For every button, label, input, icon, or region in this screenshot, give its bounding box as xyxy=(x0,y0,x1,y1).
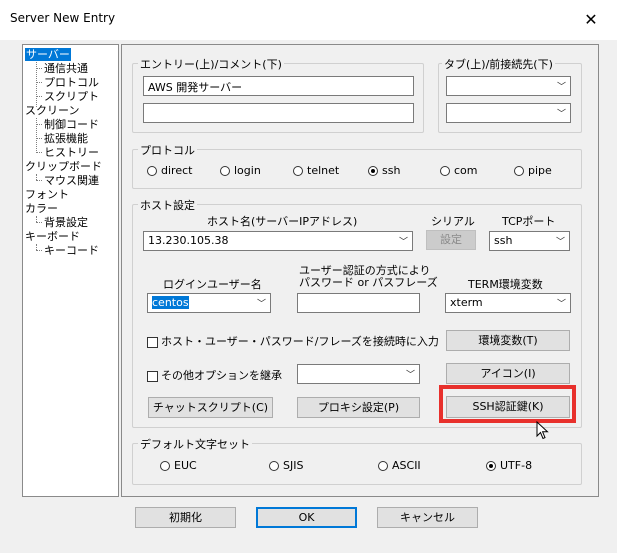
tree-item-script[interactable]: スクリプト xyxy=(44,90,99,103)
term-env-value: xterm xyxy=(450,296,483,309)
password-field[interactable] xyxy=(297,293,420,313)
tree-item-keycode[interactable]: キーコード xyxy=(44,244,99,257)
highlight-annotation xyxy=(439,385,576,423)
protocol-radio-com[interactable]: com xyxy=(440,164,478,177)
tree-item-extensions[interactable]: 拡張機能 xyxy=(44,132,88,145)
radio-indicator-selected xyxy=(486,461,496,471)
checkbox-indicator xyxy=(147,370,158,382)
close-icon[interactable]: ✕ xyxy=(575,6,607,34)
server-settings-panel: エントリー(上)/コメント(下) AWS 開発サーバー タブ(上)/前接続先(下… xyxy=(121,44,599,497)
protocol-group-label: プロトコル xyxy=(138,142,197,158)
tcp-port-label: TCPポート xyxy=(502,215,556,228)
serial-label: シリアル xyxy=(431,215,475,228)
radio-indicator xyxy=(378,461,388,471)
server-new-entry-window: Server New Entry ✕ サーバー 通信共通 プロトコル スクリプト… xyxy=(0,0,617,553)
cancel-button[interactable]: キャンセル xyxy=(377,507,478,528)
environment-variables-button[interactable]: 環境変数(T) xyxy=(446,330,570,351)
tree-item-control-code[interactable]: 制御コード xyxy=(44,118,99,131)
login-user-value: centos xyxy=(152,296,189,309)
protocol-radio-telnet[interactable]: telnet xyxy=(293,164,339,177)
checkbox-indicator xyxy=(147,336,158,348)
radio-indicator xyxy=(293,166,303,176)
auth-method-label-line2: パスワード or パスフレーズ xyxy=(299,276,438,289)
initialize-button[interactable]: 初期化 xyxy=(135,507,236,528)
previous-destination-select[interactable]: ﹀ xyxy=(446,103,571,123)
tree-item-font[interactable]: フォント xyxy=(25,188,69,201)
title-bar: Server New Entry ✕ xyxy=(0,0,617,40)
charset-radio-utf8[interactable]: UTF-8 xyxy=(486,459,532,472)
tcp-port-combo[interactable]: ssh ﹀ xyxy=(489,231,570,251)
serial-settings-button[interactable]: 設定 xyxy=(426,230,476,250)
entry-name-field[interactable]: AWS 開発サーバー xyxy=(143,76,414,96)
mouse-cursor-icon xyxy=(536,421,549,440)
entry-group-label: エントリー(上)/コメント(下) xyxy=(138,56,284,72)
host-settings-group-label: ホスト設定 xyxy=(138,197,197,213)
radio-indicator xyxy=(440,166,450,176)
inherit-source-combo[interactable]: ﹀ xyxy=(297,364,420,384)
protocol-radio-login[interactable]: login xyxy=(220,164,261,177)
radio-indicator xyxy=(220,166,230,176)
chevron-down-icon: ﹀ xyxy=(556,82,566,93)
chevron-down-icon: ﹀ xyxy=(398,237,408,248)
tree-item-server[interactable]: サーバー xyxy=(25,48,71,61)
tree-item-mouse[interactable]: マウス関連 xyxy=(44,174,99,187)
chat-script-button[interactable]: チャットスクリプト(C) xyxy=(148,397,273,418)
chevron-down-icon: ﹀ xyxy=(555,237,565,248)
input-on-connect-checkbox[interactable]: ホスト・ユーザー・パスワード/フレーズを接続時に入力 xyxy=(147,333,439,349)
tcp-port-value: ssh xyxy=(494,234,513,247)
term-env-label: TERM環境変数 xyxy=(468,278,543,291)
ok-button[interactable]: OK xyxy=(256,507,357,528)
protocol-radio-direct[interactable]: direct xyxy=(147,164,192,177)
protocol-radio-ssh[interactable]: ssh xyxy=(368,164,400,177)
radio-indicator xyxy=(147,166,157,176)
inherit-options-checkbox[interactable]: その他オプションを継承 xyxy=(147,367,282,383)
radio-indicator-selected xyxy=(368,166,378,176)
hostname-label: ホスト名(サーバーIPアドレス) xyxy=(207,215,358,228)
radio-indicator xyxy=(514,166,524,176)
proxy-settings-button[interactable]: プロキシ設定(P) xyxy=(297,397,420,418)
tab-group-label: タブ(上)/前接続先(下) xyxy=(442,56,555,72)
tree-item-communication[interactable]: 通信共通 xyxy=(44,62,88,75)
term-env-combo[interactable]: xterm ﹀ xyxy=(445,293,571,313)
window-title: Server New Entry xyxy=(10,11,116,25)
tab-select[interactable]: ﹀ xyxy=(446,76,571,96)
radio-indicator xyxy=(160,461,170,471)
tree-item-protocol[interactable]: プロトコル xyxy=(44,76,99,89)
tree-item-keyboard[interactable]: キーボード xyxy=(25,230,80,243)
settings-category-tree[interactable]: サーバー 通信共通 プロトコル スクリプト スクリーン 制御コード 拡張機能 ヒ… xyxy=(22,44,119,497)
comment-field[interactable] xyxy=(143,103,414,123)
icon-button[interactable]: アイコン(I) xyxy=(446,363,570,384)
charset-radio-sjis[interactable]: SJIS xyxy=(269,459,303,472)
chevron-down-icon: ﹀ xyxy=(556,109,566,120)
login-user-combo[interactable]: centos ﹀ xyxy=(147,293,271,313)
tree-item-screen[interactable]: スクリーン xyxy=(25,104,79,117)
default-charset-group-label: デフォルト文字セット xyxy=(138,436,252,452)
hostname-combo[interactable]: 13.230.105.38 ﹀ xyxy=(143,231,413,251)
login-user-label: ログインユーザー名 xyxy=(163,278,262,291)
radio-indicator xyxy=(269,461,279,471)
charset-radio-euc[interactable]: EUC xyxy=(160,459,197,472)
tree-item-history[interactable]: ヒストリー xyxy=(44,146,99,159)
protocol-radio-pipe[interactable]: pipe xyxy=(514,164,552,177)
tree-item-clipboard[interactable]: クリップボード xyxy=(25,160,102,173)
chevron-down-icon: ﹀ xyxy=(256,299,266,310)
chevron-down-icon: ﹀ xyxy=(556,299,566,310)
charset-radio-ascii[interactable]: ASCII xyxy=(378,459,421,472)
tree-item-background[interactable]: 背景設定 xyxy=(44,216,88,229)
tree-item-color[interactable]: カラー xyxy=(25,202,58,215)
hostname-value: 13.230.105.38 xyxy=(148,234,229,247)
chevron-down-icon: ﹀ xyxy=(405,370,415,381)
